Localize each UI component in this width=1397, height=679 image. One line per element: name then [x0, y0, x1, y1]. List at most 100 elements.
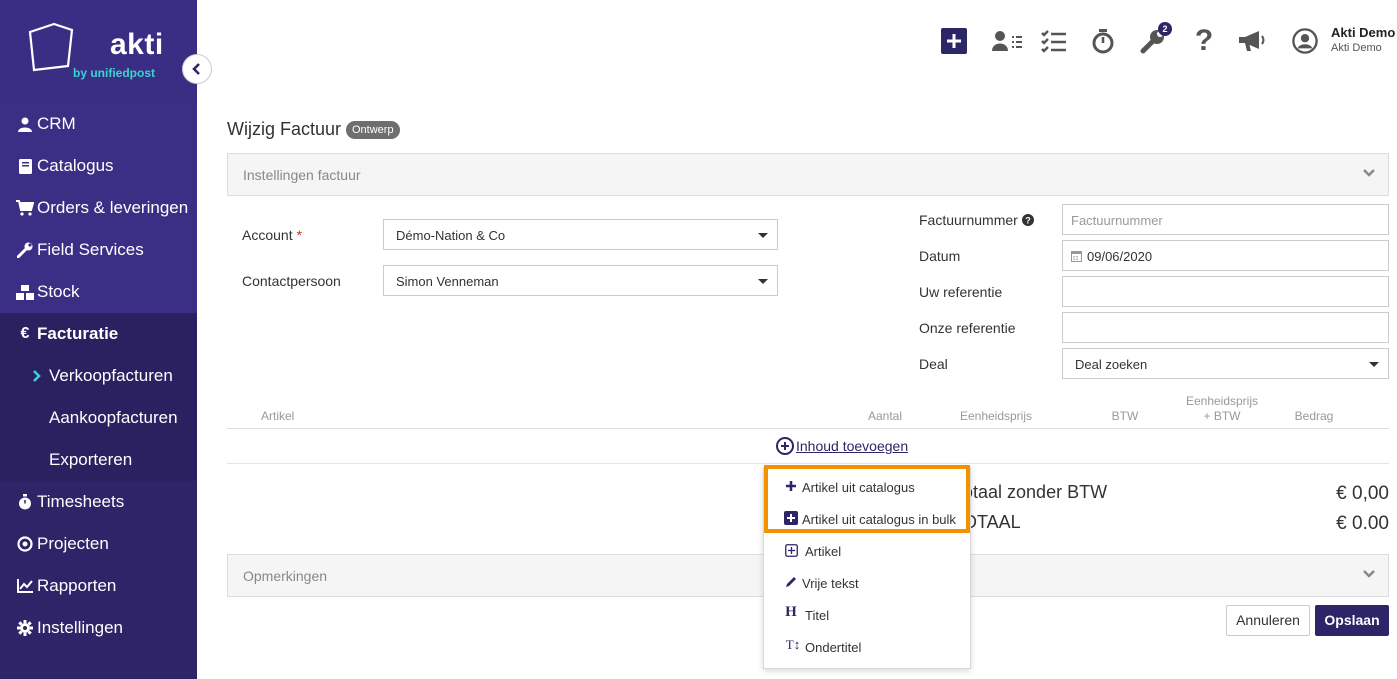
logo-area[interactable]: akti by unifiedpost [0, 0, 197, 103]
user-icon [16, 115, 34, 133]
menu-item-free-text[interactable]: Vrije tekst [764, 566, 970, 598]
chevron-left-icon [192, 63, 200, 75]
column-header-eenheidsprijs: Eenheidsprijs [959, 409, 1033, 423]
invoice-number-field[interactable]: Factuurnummer [1062, 204, 1389, 235]
account-select[interactable]: Démo-Nation & Co [383, 219, 778, 250]
sidebar-item-timesheets[interactable]: Timesheets [0, 481, 197, 523]
euro-icon: € [20, 325, 30, 342]
sidebar-item-label: Timesheets [37, 492, 125, 511]
sidebar-item-label: Stock [37, 282, 80, 301]
column-header-eenheidsprijs-btw-line1: Eenheidsprijs [1185, 394, 1259, 408]
sidebar-item-label: Verkoopfacturen [49, 366, 173, 385]
sidebar-item-exporteren[interactable]: Exporteren [0, 439, 197, 481]
tasks-button[interactable] [1041, 28, 1067, 54]
sidebar-item-label: Orders & leveringen [37, 198, 189, 217]
caret-down-icon [1369, 362, 1379, 367]
sidebar-item-label: Rapporten [37, 576, 117, 595]
menu-item-label: Ondertitel [805, 640, 862, 655]
contacts-list-button[interactable] [991, 28, 1023, 54]
our-reference-label: Onze referentie [919, 320, 1016, 336]
help-button[interactable]: ? [1191, 24, 1217, 57]
cancel-button[interactable]: Annuleren [1226, 605, 1310, 636]
invoice-number-placeholder: Factuurnummer [1071, 213, 1163, 228]
menu-item-subtitle[interactable]: T↕ Ondertitel [764, 630, 970, 662]
plus-circle-icon [776, 437, 794, 455]
text-height-icon: T↕ [785, 637, 801, 652]
menu-item-title[interactable]: H Titel [764, 598, 970, 630]
user-name[interactable]: Akti Demo [1331, 25, 1395, 40]
subtotal-label: otaal zonder BTW [963, 482, 1108, 502]
date-label: Datum [919, 248, 961, 264]
our-reference-field[interactable] [1062, 312, 1389, 343]
column-header-artikel: Artikel [261, 409, 295, 423]
panel-title: Opmerkingen [243, 568, 328, 584]
date-field[interactable]: 09/06/2020 [1062, 240, 1389, 271]
megaphone-icon [1239, 31, 1265, 51]
user-circle-icon [1292, 28, 1318, 54]
column-header-bedrag: Bedrag [1294, 409, 1334, 423]
table-divider [227, 428, 1389, 429]
pencil-icon [784, 575, 798, 589]
deal-select[interactable]: Deal zoeken [1062, 348, 1389, 379]
sidebar-item-projecten[interactable]: Projecten [0, 523, 197, 565]
menu-item-article[interactable]: Artikel [764, 534, 970, 566]
sidebar-item-crm[interactable]: CRM [0, 103, 197, 145]
deal-label: Deal [919, 356, 948, 372]
chevron-right-icon [28, 367, 46, 385]
collapse-sidebar-button[interactable] [182, 54, 212, 84]
status-badge: Ontwerp [346, 121, 400, 139]
question-circle-icon[interactable]: ? [1021, 214, 1034, 226]
subtotal-value: € 0,00 [1336, 483, 1389, 504]
sidebar-item-stock[interactable]: Stock [0, 271, 197, 313]
user-company: Akti Demo [1331, 42, 1382, 54]
invoice-number-label-text: Factuurnummer [919, 212, 1018, 228]
total-value: € 0.00 [1336, 513, 1389, 534]
highlight-box [764, 465, 970, 533]
add-button[interactable] [941, 28, 967, 54]
sidebar-item-aankoopfacturen[interactable]: Aankoopfacturen [0, 397, 197, 439]
gear-icon [16, 619, 34, 637]
save-button[interactable]: Opslaan [1315, 605, 1389, 636]
your-reference-field[interactable] [1062, 276, 1389, 307]
contact-value: Simon Venneman [396, 274, 499, 289]
stopwatch-icon [16, 493, 34, 511]
caret-down-icon [758, 279, 768, 284]
sidebar-item-field-services[interactable]: Field Services [0, 229, 197, 271]
sidebar-item-label: Instellingen [37, 618, 124, 637]
sidebar-item-label: Exporteren [49, 450, 133, 469]
user-list-icon [992, 31, 1022, 51]
menu-item-label: Titel [805, 608, 830, 623]
svg-text:?: ? [1025, 216, 1031, 226]
sidebar-item-catalogus[interactable]: Catalogus [0, 145, 197, 187]
column-header-eenheidsprijs-btw-line2: + BTW [1203, 409, 1241, 423]
stopwatch-icon [1092, 29, 1114, 54]
plus-box-icon [784, 543, 798, 557]
sidebar-item-label: Projecten [37, 534, 109, 553]
contact-label: Contactpersoon [242, 273, 341, 289]
field-services-button[interactable]: 2 [1140, 22, 1172, 54]
wrench-icon [16, 241, 34, 259]
settings-panel-header[interactable]: Instellingen factuur [227, 153, 1389, 196]
timer-button[interactable] [1090, 28, 1116, 54]
announcements-button[interactable] [1236, 28, 1268, 54]
column-header-aantal: Aantal [867, 409, 903, 423]
logo-text: akti [110, 28, 164, 61]
page-title: Wijzig Factuur [227, 119, 342, 139]
account-label-text: Account [242, 227, 293, 243]
chart-icon [16, 577, 34, 595]
sidebar-item-instellingen[interactable]: Instellingen [0, 607, 197, 649]
boxes-icon [16, 283, 34, 301]
add-content-link[interactable]: Inhoud toevoegen [776, 437, 908, 455]
account-value: Démo-Nation & Co [396, 228, 506, 243]
notification-badge: 2 [1158, 22, 1172, 36]
sidebar-item-facturatie[interactable]: € Facturatie [0, 313, 197, 355]
sidebar-item-orders[interactable]: Orders & leveringen [0, 187, 197, 229]
panel-title: Instellingen factuur [243, 167, 361, 183]
sidebar-item-verkoopfacturen[interactable]: Verkoopfacturen [0, 355, 197, 397]
user-avatar[interactable] [1292, 28, 1318, 54]
sidebar-item-rapporten[interactable]: Rapporten [0, 565, 197, 607]
target-icon [16, 535, 34, 553]
sidebar-item-label: Aankoopfacturen [49, 408, 178, 427]
question-icon: ? [1194, 24, 1214, 57]
contact-select[interactable]: Simon Venneman [383, 265, 778, 296]
